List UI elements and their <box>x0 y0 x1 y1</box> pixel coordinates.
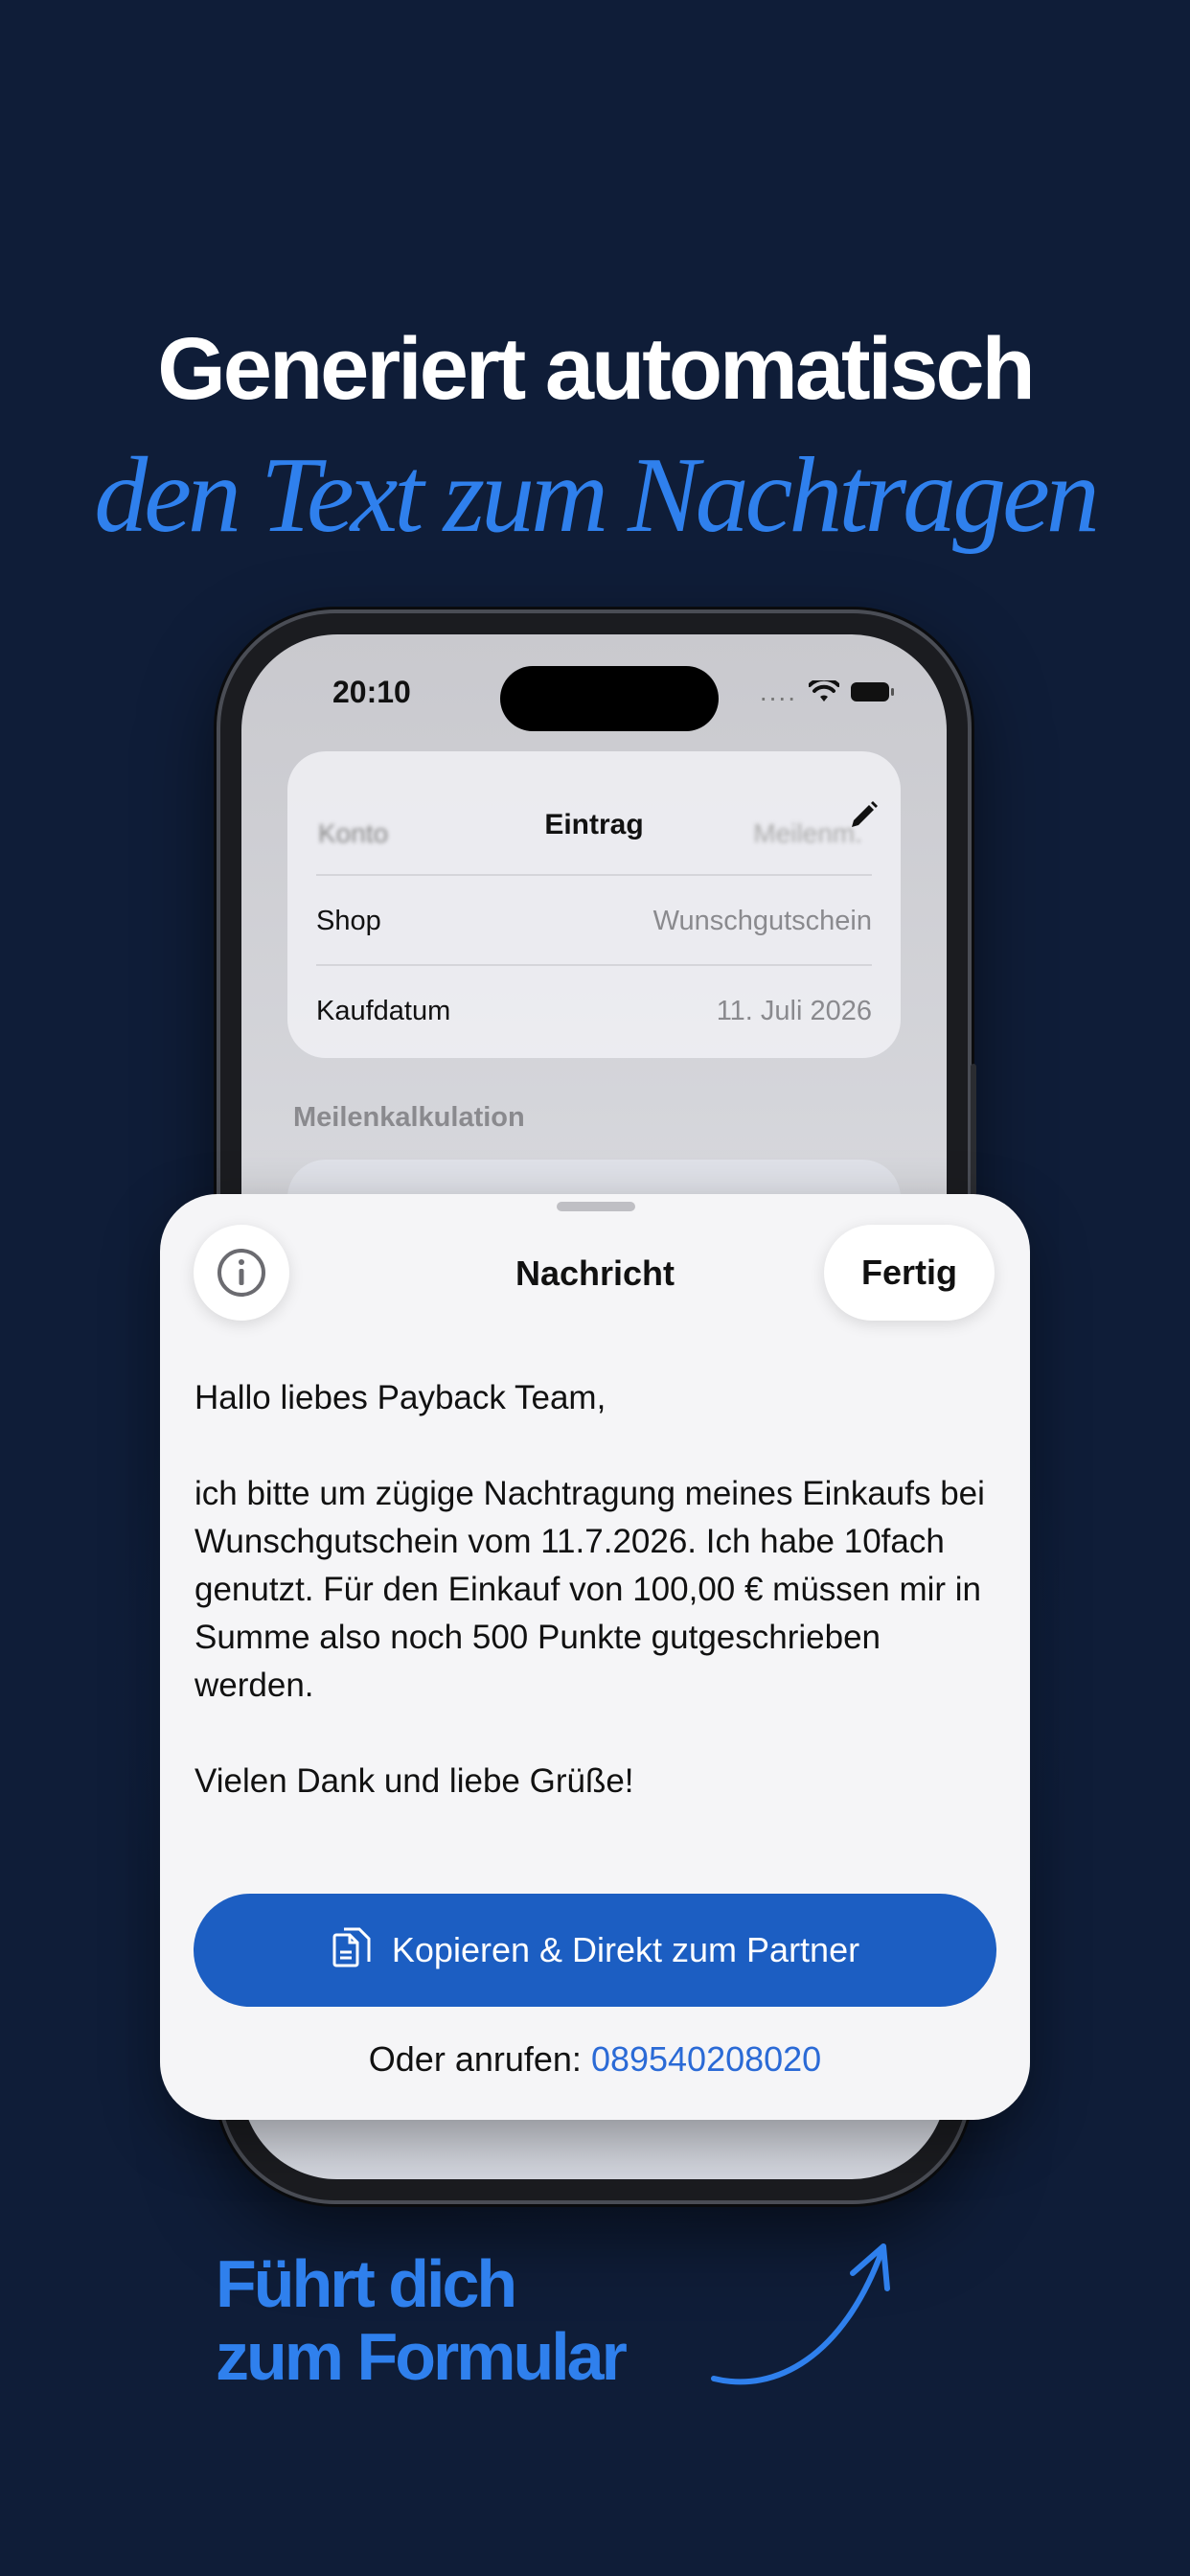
cta-label: Kopieren & Direkt zum Partner <box>391 1930 860 1969</box>
dynamic-island <box>500 666 719 731</box>
done-button[interactable]: Fertig <box>824 1225 995 1321</box>
message-body: ich bitte um zügige Nachtragung meines E… <box>195 1475 985 1704</box>
message-text[interactable]: Hallo liebes Payback Team, ich bitte um … <box>195 1374 999 1806</box>
entry-card: Konto Eintrag Meilenm. Shop Wunschgutsch… <box>287 751 901 1058</box>
purchase-date-label: Kaufdatum <box>316 995 451 1026</box>
section-label: Meilenkalkulation <box>293 1102 525 1133</box>
wifi-icon <box>809 680 839 702</box>
status-icons: .... <box>759 677 894 707</box>
phone-number-link[interactable]: 089540208020 <box>591 2039 821 2079</box>
copy-document-icon <box>332 1927 371 1967</box>
message-sheet: Nachricht Fertig Hallo liebes Payback Te… <box>160 1194 1030 2120</box>
curved-arrow-icon <box>711 2243 890 2385</box>
status-time: 20:10 <box>332 675 411 709</box>
battery-icon <box>851 682 894 702</box>
call-prefix: Oder anrufen: <box>368 2039 582 2079</box>
purchase-date-value: 11. Juli 2026 <box>716 995 872 1026</box>
shop-label: Shop <box>316 905 381 936</box>
caption-line-2: zum Formular <box>216 2319 628 2394</box>
edit-pencil-icon[interactable] <box>835 790 889 843</box>
copy-and-open-partner-button[interactable]: Kopieren & Direkt zum Partner <box>194 1894 996 2007</box>
sheet-grabber[interactable] <box>557 1202 635 1211</box>
caption: Führt dich zum Formular <box>216 2246 628 2394</box>
purchase-date-row[interactable]: Kaufdatum 11. Juli 2026 <box>316 964 872 1056</box>
headline-subtitle: den Text zum Nachtragen <box>94 436 1100 555</box>
caption-line-1: Führt dich <box>216 2246 517 2321</box>
call-line: Oder anrufen: 089540208020 <box>160 2039 1030 2080</box>
shop-row[interactable]: Shop Wunschgutschein <box>316 874 872 966</box>
message-greeting: Hallo liebes Payback Team, <box>195 1379 606 1416</box>
headline-title: Generiert automatisch <box>157 320 1036 418</box>
message-closing: Vielen Dank und liebe Grüße! <box>195 1762 634 1800</box>
shop-value: Wunschgutschein <box>652 905 872 936</box>
signal-dots: .... <box>759 677 797 706</box>
